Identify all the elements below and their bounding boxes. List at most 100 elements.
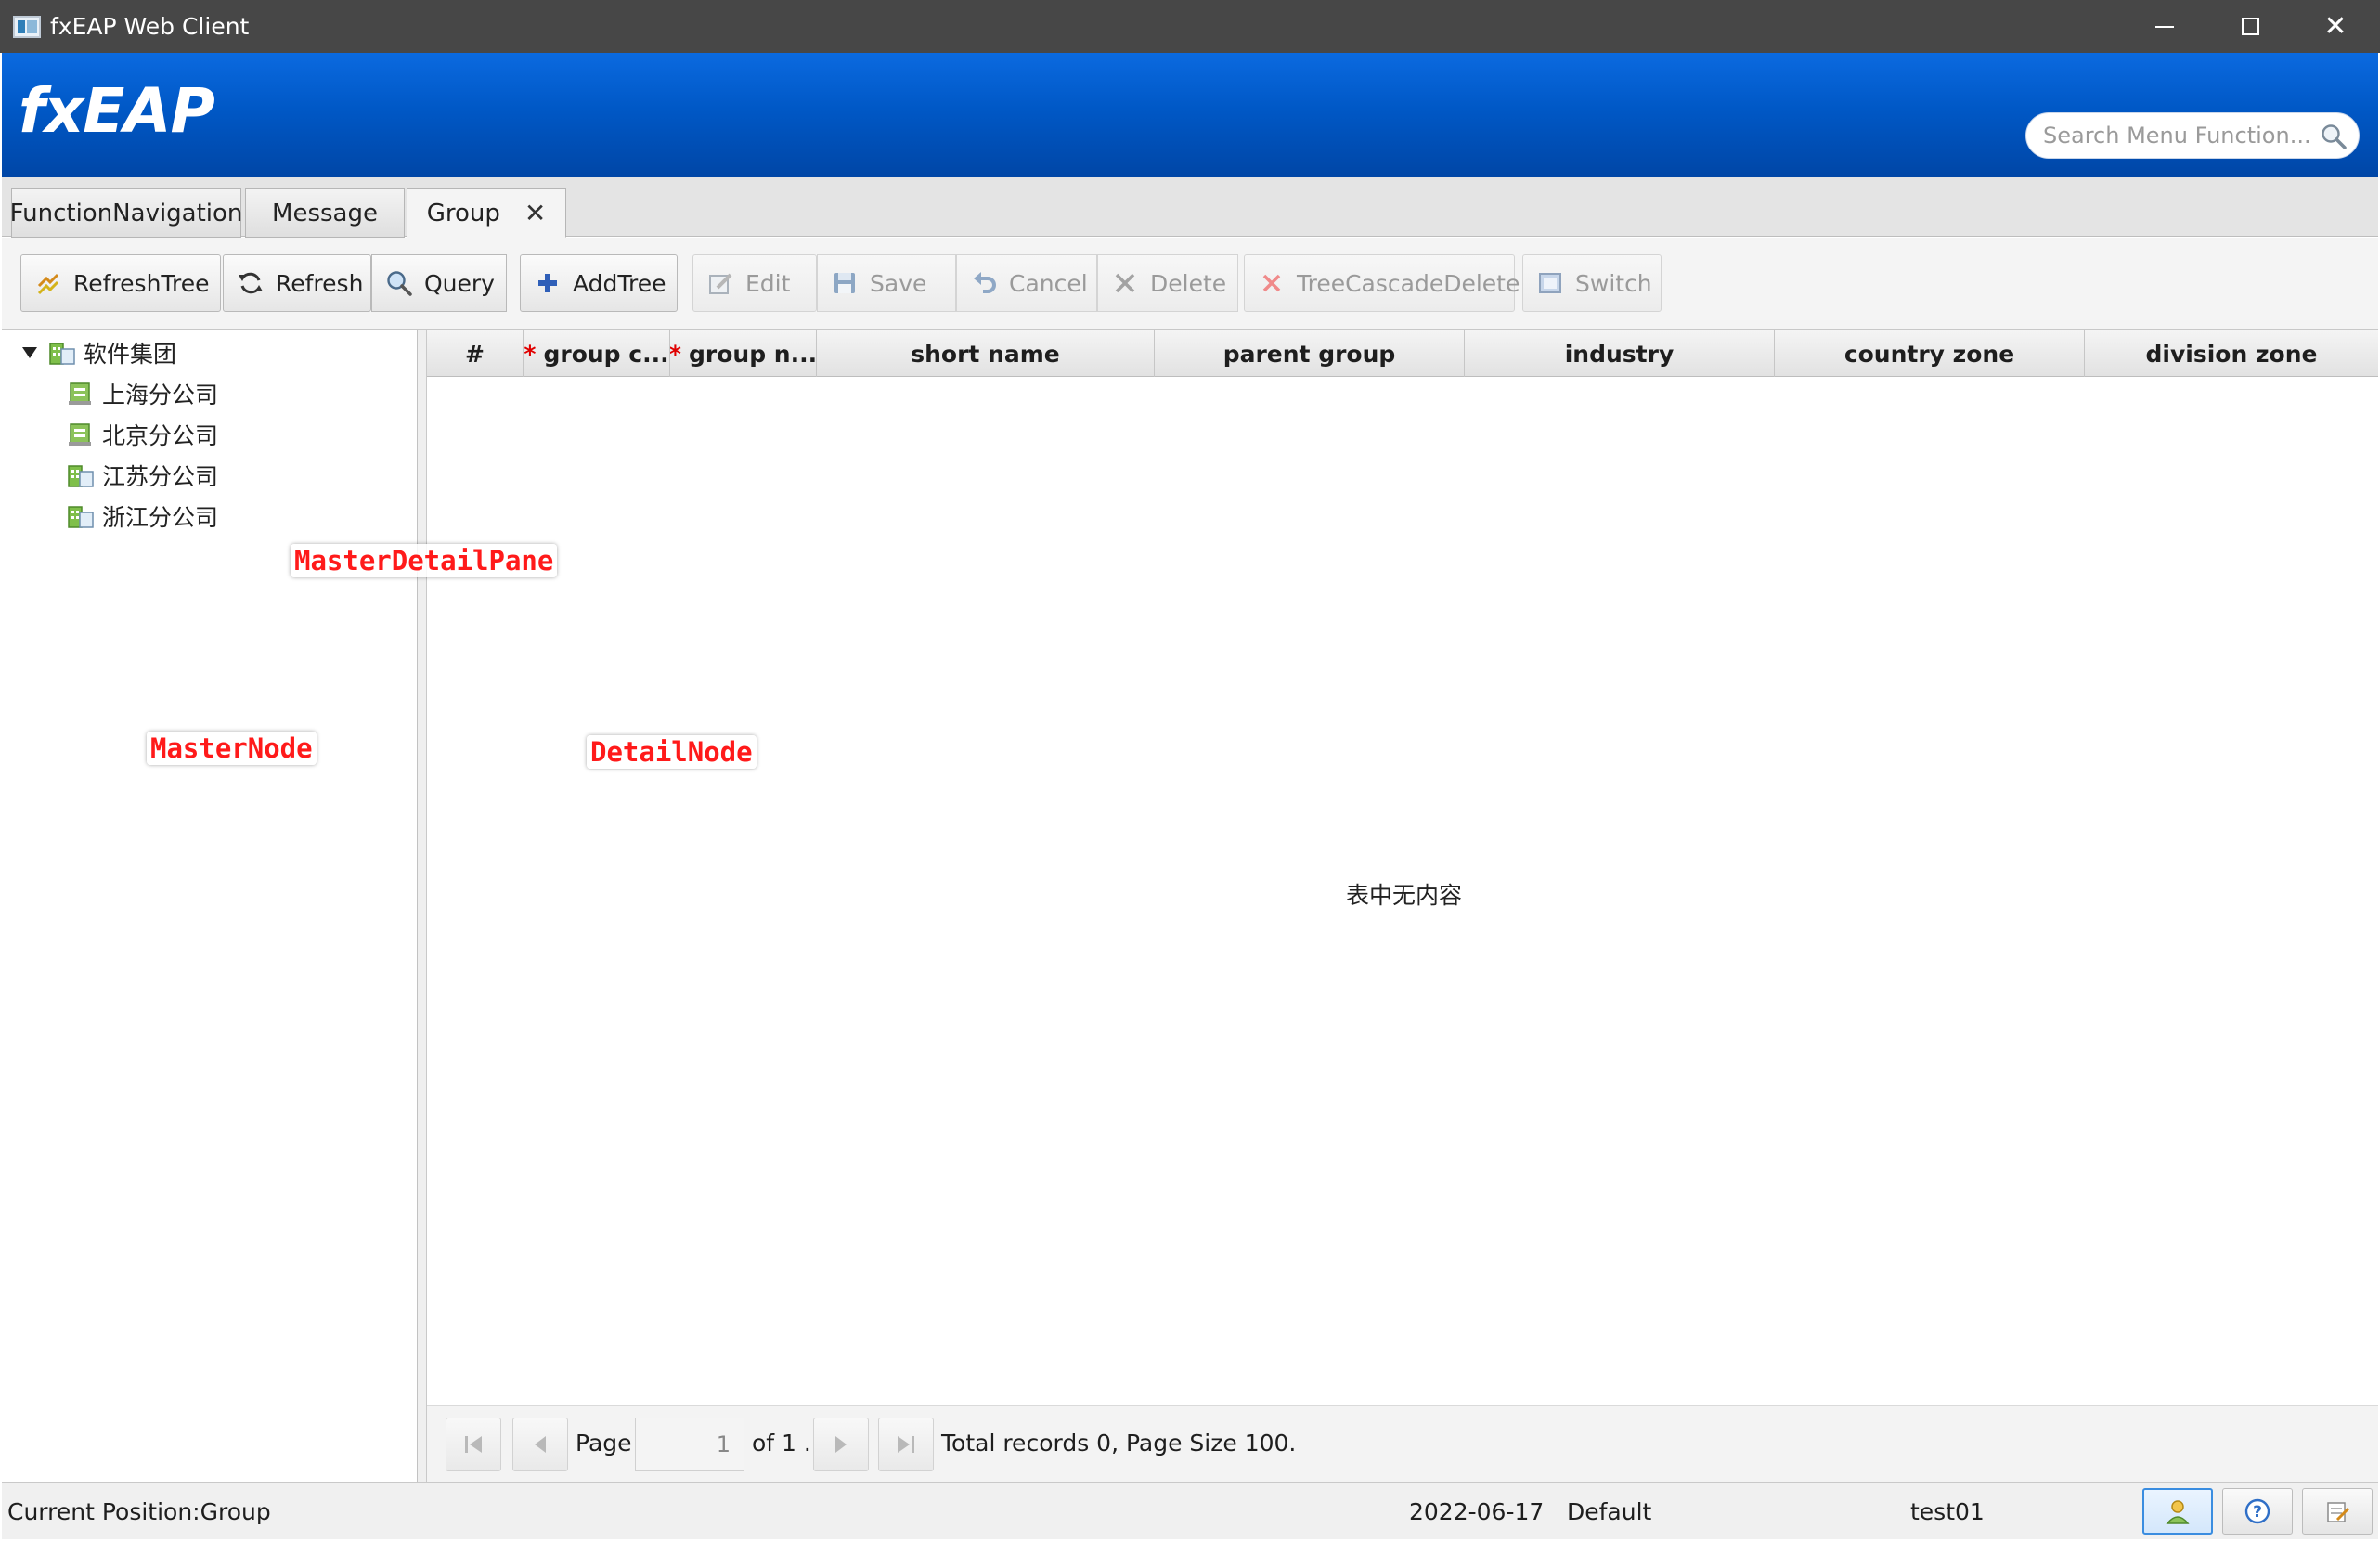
column-header-country-zone[interactable]: country zone xyxy=(1775,330,2085,377)
column-title: short name xyxy=(911,340,1060,368)
required-marker: * xyxy=(524,340,537,368)
column-title: industry xyxy=(1564,340,1675,368)
cancel-button[interactable]: Cancel xyxy=(956,254,1097,312)
annotation-master-detail-pane: MasterDetailPane xyxy=(291,544,558,577)
last-page-button[interactable] xyxy=(878,1418,934,1471)
current-position: Current Position:Group xyxy=(7,1498,271,1525)
group-tree: 软件集团 上海分公司 北京分公司 江苏分公司 浙江分公司 xyxy=(2,330,418,1482)
edit-label: Edit xyxy=(745,269,791,297)
add-tree-label: AddTree xyxy=(573,269,666,297)
save-button[interactable]: Save xyxy=(817,254,956,312)
menu-search-box[interactable] xyxy=(2025,112,2360,159)
column-header-group-code[interactable]: * group c... xyxy=(524,330,670,377)
column-header-short-name[interactable]: short name xyxy=(817,330,1155,377)
tab-label: Group xyxy=(426,199,500,227)
building-icon xyxy=(68,465,94,487)
split-pane-divider[interactable] xyxy=(418,330,427,1482)
app-logo: fxEAP xyxy=(19,75,215,147)
annotation-detail-node: DetailNode xyxy=(587,735,757,769)
maximize-button[interactable] xyxy=(2207,0,2293,53)
column-header-index[interactable]: # xyxy=(427,330,524,377)
page-number-input[interactable] xyxy=(635,1418,744,1471)
table-empty-message: 表中无内容 xyxy=(1346,882,1463,909)
table-header: # * group c... * group n... short name p… xyxy=(427,330,2378,377)
close-window-button[interactable]: ✕ xyxy=(2293,0,2378,53)
delete-button[interactable]: Delete xyxy=(1097,254,1238,312)
tab-label: FunctionNavigation xyxy=(9,199,243,227)
page-of-label: of 1 . xyxy=(752,1430,811,1457)
tab-label: Message xyxy=(272,199,378,227)
refresh-button[interactable]: Refresh xyxy=(223,254,371,312)
status-theme: Default xyxy=(1567,1498,1652,1525)
cancel-label: Cancel xyxy=(1009,269,1088,297)
switch-icon xyxy=(1536,269,1564,297)
tree-node-label: 上海分公司 xyxy=(102,382,219,408)
tab-group[interactable]: Group ✕ xyxy=(407,188,566,238)
tree-node-child[interactable]: 北京分公司 xyxy=(67,416,218,453)
app-header: fxEAP xyxy=(2,53,2378,177)
tab-strip: FunctionNavigation Message Group ✕ xyxy=(2,177,2378,238)
column-title: # xyxy=(465,340,485,368)
next-page-button[interactable] xyxy=(813,1418,869,1471)
last-page-icon xyxy=(898,1436,914,1453)
page-label: Page xyxy=(576,1430,632,1457)
x-delete-icon xyxy=(1111,269,1139,297)
column-header-division-zone[interactable]: division zone xyxy=(2085,330,2378,377)
help-button[interactable]: ? xyxy=(2222,1488,2293,1535)
close-icon: ✕ xyxy=(2323,9,2348,43)
app-icon xyxy=(13,15,41,38)
tree-node-label: 江苏分公司 xyxy=(102,463,219,490)
status-bar: Current Position:Group 2022-06-17 Defaul… xyxy=(2,1482,2378,1539)
plus-icon xyxy=(534,269,562,297)
magnifier-icon xyxy=(385,269,413,297)
column-title: country zone xyxy=(1843,340,2015,368)
edit-icon xyxy=(706,269,734,297)
column-header-group-name[interactable]: * group n... xyxy=(670,330,817,377)
query-button[interactable]: Query xyxy=(371,254,507,312)
floppy-disk-icon xyxy=(831,269,859,297)
column-header-industry[interactable]: industry xyxy=(1465,330,1775,377)
refresh-label: Refresh xyxy=(276,269,364,297)
minimize-icon xyxy=(2155,25,2174,28)
refresh-icon xyxy=(237,269,265,297)
tree-cascade-delete-label: TreeCascadeDelete xyxy=(1297,269,1520,297)
window-title: fxEAP Web Client xyxy=(50,13,250,40)
undo-icon xyxy=(970,269,998,297)
tree-node-child[interactable]: 上海分公司 xyxy=(67,375,218,412)
status-user: test01 xyxy=(1910,1498,1985,1525)
user-icon xyxy=(2166,1500,2190,1524)
branch-office-icon xyxy=(69,382,91,405)
tab-message[interactable]: Message xyxy=(245,188,405,238)
tab-function-navigation[interactable]: FunctionNavigation xyxy=(9,188,243,238)
tree-node-label: 浙江分公司 xyxy=(102,504,219,531)
expand-arrow-icon[interactable] xyxy=(22,347,37,358)
first-page-button[interactable] xyxy=(446,1418,501,1471)
tree-cascade-delete-button[interactable]: TreeCascadeDelete xyxy=(1244,254,1520,312)
save-label: Save xyxy=(870,269,927,297)
query-label: Query xyxy=(424,269,495,297)
tree-node-label: 北京分公司 xyxy=(102,422,219,449)
column-header-parent-group[interactable]: parent group xyxy=(1155,330,1465,377)
help-icon: ? xyxy=(2244,1498,2270,1524)
menu-search-input[interactable] xyxy=(2041,122,2310,149)
tree-node-child[interactable]: 江苏分公司 xyxy=(67,457,218,494)
switch-button[interactable]: Switch xyxy=(1522,254,1662,312)
tab-close-icon[interactable]: ✕ xyxy=(524,198,546,228)
previous-page-button[interactable] xyxy=(512,1418,568,1471)
tree-node-root[interactable]: 软件集团 xyxy=(22,334,176,371)
red-x-icon xyxy=(1258,269,1286,297)
maximize-icon xyxy=(2241,18,2259,35)
user-profile-button[interactable] xyxy=(2142,1488,2213,1535)
refresh-tree-button[interactable]: RefreshTree xyxy=(20,254,221,312)
search-icon[interactable] xyxy=(2320,123,2348,150)
edit-button[interactable]: Edit xyxy=(692,254,817,312)
building-icon xyxy=(68,506,94,528)
column-title: division zone xyxy=(2145,340,2318,368)
add-tree-button[interactable]: AddTree xyxy=(520,254,678,312)
minimize-button[interactable] xyxy=(2122,0,2207,53)
tree-node-child[interactable]: 浙江分公司 xyxy=(67,498,218,535)
svg-text:?: ? xyxy=(2253,1503,2262,1522)
notes-button[interactable] xyxy=(2302,1488,2373,1535)
next-page-icon xyxy=(835,1436,847,1453)
required-marker: * xyxy=(670,340,681,368)
